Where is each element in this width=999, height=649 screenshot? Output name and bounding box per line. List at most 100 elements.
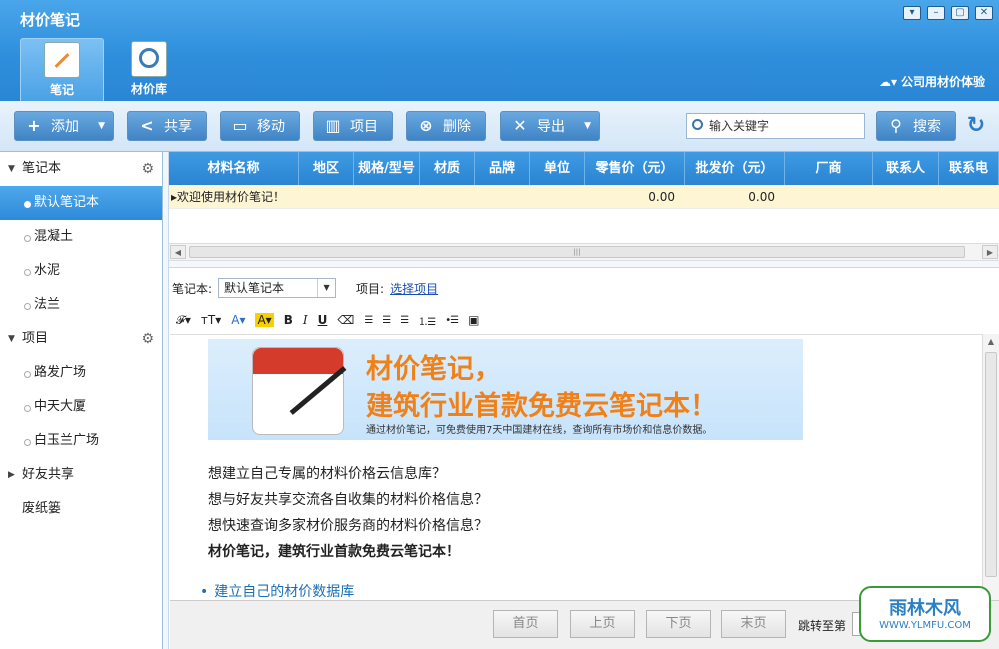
search-icon: ⚲ <box>890 116 902 135</box>
scroll-left-icon[interactable]: ◀ <box>170 245 186 259</box>
close-icon[interactable]: ✕ <box>975 6 993 20</box>
collapse-arrow-icon: ▼ <box>8 164 15 174</box>
watermark-line1: 雨林木风 <box>889 598 961 619</box>
account-label: 公司用材价体验 <box>900 75 985 89</box>
share-label: 共享 <box>164 119 192 135</box>
font-family-icon[interactable]: 𝓕▾ <box>176 313 191 328</box>
search-icon <box>692 119 703 130</box>
sidebar-group-label: 废纸篓 <box>22 501 62 516</box>
editor-meta-row: 笔记本: 默认笔记本 ▼ 项目: 选择项目 <box>172 278 438 298</box>
next-page-button[interactable]: 下页 <box>646 610 711 638</box>
sidebar: ▼ 笔记本 ⚙ 默认笔记本 混凝土 水泥 法兰 ▼ 项目 ⚙ 路发广场 中天大厦… <box>0 152 163 649</box>
jump-to-label: 跳转至第 <box>798 619 847 633</box>
sidebar-item-concrete[interactable]: 混凝土 <box>0 220 162 254</box>
scrollbar-thumb[interactable] <box>985 352 997 577</box>
delete-button[interactable]: ⊗ 删除 <box>406 111 486 141</box>
note-editor[interactable]: 材价笔记， 建筑行业首款免费云笔记本！ 通过材价笔记，可免费使用7天中国建材在线… <box>170 334 982 600</box>
numbered-list-icon[interactable]: ⒈☰ <box>418 313 436 328</box>
banner-title-2: 建筑行业首款免费云笔记本！ <box>366 391 717 422</box>
column-header[interactable]: 材料名称 <box>169 152 299 185</box>
pane-splitter[interactable] <box>169 261 999 268</box>
add-button[interactable]: + 添加 ▼ <box>14 111 114 141</box>
scroll-up-icon[interactable]: ▲ <box>984 335 998 349</box>
building-icon: ▥ <box>325 116 341 135</box>
banner-title-1: 材价笔记， <box>366 354 501 385</box>
table-horizontal-scrollbar[interactable]: ◀ ||| ▶ <box>169 243 999 261</box>
sidebar-item-trash[interactable]: 废纸篓 <box>0 492 162 526</box>
note-paragraph: 想快速查询多家材价服务商的材料价格信息？ <box>208 518 488 534</box>
sidebar-item-cement[interactable]: 水泥 <box>0 254 162 288</box>
column-header[interactable]: 厂商 <box>785 152 873 185</box>
banner-subtitle: 通过材价笔记，可免费使用7天中国建材在线，查询所有市场价和信息价数据。 <box>366 425 713 436</box>
eraser-icon[interactable]: ⌫ <box>337 313 354 327</box>
notebook-select[interactable]: 默认笔记本 ▼ <box>218 278 337 298</box>
export-button[interactable]: ✕ 导出 ▼ <box>500 111 600 141</box>
sidebar-item-default-notebook[interactable]: 默认笔记本 <box>0 186 162 220</box>
share-icon: < <box>140 116 154 135</box>
notebook-select-value: 默认笔记本 <box>224 281 285 295</box>
table-header: 材料名称 地区 规格/型号 材质 品牌 单位 零售价（元） 批发价（元） 厂商 … <box>169 152 999 185</box>
share-button[interactable]: < 共享 <box>127 111 207 141</box>
refresh-icon[interactable]: ↻ <box>964 114 988 138</box>
sidebar-group-notebooks[interactable]: ▼ 笔记本 ⚙ <box>0 152 162 186</box>
bullet-list-icon[interactable]: •☰ <box>445 315 459 326</box>
align-left-icon[interactable]: ☰ <box>364 315 373 326</box>
column-header[interactable]: 品牌 <box>475 152 530 185</box>
column-header[interactable]: 单位 <box>530 152 585 185</box>
sidebar-group-projects[interactable]: ▼ 项目 ⚙ <box>0 322 162 356</box>
tab-notes-label: 笔记 <box>49 83 74 97</box>
font-size-icon[interactable]: ᴛT▾ <box>201 313 221 327</box>
search-input[interactable]: 输入关键字 <box>686 113 865 139</box>
underline-icon[interactable]: U <box>318 313 328 327</box>
last-page-button[interactable]: 末页 <box>721 610 786 638</box>
align-center-icon[interactable]: ☰ <box>382 315 391 326</box>
font-color-icon[interactable]: A▾ <box>231 313 245 327</box>
sidebar-group-label: 好友共享 <box>22 467 75 482</box>
minimize-icon[interactable]: – <box>927 6 945 20</box>
gear-icon[interactable]: ⚙ <box>141 322 154 356</box>
first-page-button[interactable]: 首页 <box>493 610 558 638</box>
note-bullet-link[interactable]: 建立自己的材价数据库 <box>200 581 354 600</box>
scroll-right-icon[interactable]: ▶ <box>982 245 998 259</box>
insert-image-icon[interactable]: ▣ <box>468 313 479 327</box>
export-label: 导出 <box>537 119 565 135</box>
collapse-arrow-icon: ▼ <box>8 334 15 344</box>
prev-page-button[interactable]: 上页 <box>570 610 635 638</box>
tab-price-library-label: 材价库 <box>130 82 167 96</box>
tab-notes[interactable]: 笔记 <box>20 38 104 101</box>
italic-icon[interactable]: I <box>303 313 308 327</box>
column-header[interactable]: 批发价（元） <box>685 152 785 185</box>
maximize-icon[interactable]: ▢ <box>951 6 969 20</box>
move-button[interactable]: ▭ 移动 <box>220 111 300 141</box>
note-paragraph: 想建立自己专属的材料价格云信息库？ <box>208 466 446 482</box>
account-menu[interactable]: ☁▾ 公司用材价体验 <box>879 73 985 90</box>
column-header[interactable]: 材质 <box>420 152 475 185</box>
align-right-icon[interactable]: ☰ <box>400 315 409 326</box>
bold-icon[interactable]: B <box>284 313 293 327</box>
column-header[interactable]: 联系电 <box>939 152 999 185</box>
menu-dropdown-icon[interactable]: ▾ <box>903 6 921 20</box>
sidebar-item-flange[interactable]: 法兰 <box>0 288 162 322</box>
column-header[interactable]: 零售价（元） <box>585 152 685 185</box>
sidebar-group-friends-share[interactable]: ▶ 好友共享 <box>0 458 162 492</box>
delete-x-icon: ⊗ <box>419 116 433 135</box>
scrollbar-thumb[interactable]: ||| <box>189 246 965 258</box>
select-project-link[interactable]: 选择项目 <box>390 280 438 297</box>
table-row[interactable]: ▸欢迎使用材价笔记！ 0.00 0.00 <box>169 185 999 209</box>
column-header[interactable]: 联系人 <box>873 152 939 185</box>
sidebar-item-project[interactable]: 白玉兰广场 <box>0 424 162 458</box>
notebook-pen-icon <box>252 347 344 435</box>
search-button[interactable]: ⚲ 搜索 <box>876 111 956 141</box>
highlight-color-icon[interactable]: A▾ <box>255 313 274 327</box>
add-label: 添加 <box>51 119 79 135</box>
sidebar-group-label: 项目 <box>22 331 49 346</box>
column-header[interactable]: 地区 <box>299 152 354 185</box>
tab-price-library[interactable]: 材价库 <box>107 38 191 101</box>
project-button[interactable]: ▥ 项目 <box>313 111 393 141</box>
column-header[interactable]: 规格/型号 <box>354 152 420 185</box>
sidebar-item-project[interactable]: 中天大厦 <box>0 390 162 424</box>
gear-icon[interactable]: ⚙ <box>141 152 154 186</box>
editor-vertical-scrollbar[interactable]: ▲ <box>982 334 999 600</box>
site-watermark-logo: 雨林木风 WWW.YLMFU.COM <box>859 586 991 642</box>
sidebar-item-project[interactable]: 路发广场 <box>0 356 162 390</box>
